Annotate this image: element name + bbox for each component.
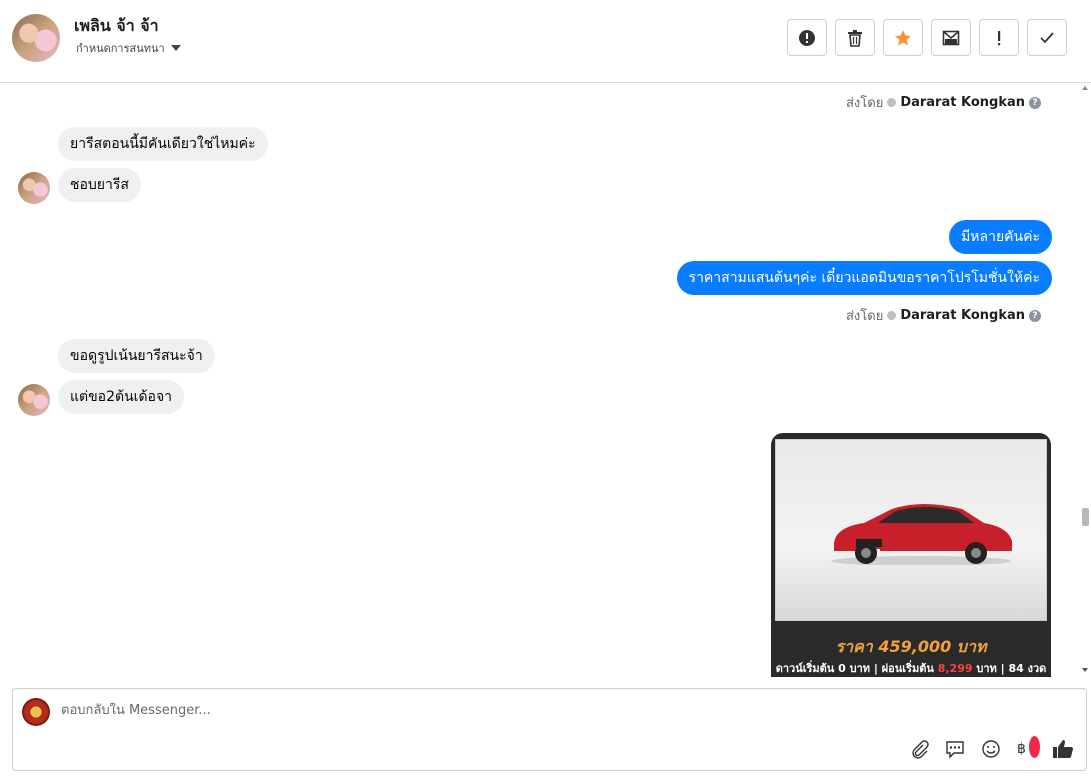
attach-icon[interactable]: [908, 738, 930, 760]
scroll-thumb[interactable]: [1082, 508, 1089, 526]
message-thread[interactable]: ส่งโดย Dararat Kongkan ? ยารีสตอนนี้มีคั…: [0, 84, 1080, 677]
follow-up-button[interactable]: [979, 19, 1019, 56]
assign-label: กำหนดการสนทนา: [76, 42, 165, 55]
contact-avatar[interactable]: [12, 14, 60, 62]
saved-replies-icon[interactable]: [944, 738, 966, 760]
terms-prefix: ดาวน์เริ่มต้น 0 บาท | ผ่อนเริ่มต้น: [775, 662, 934, 675]
incoming-message[interactable]: ชอบยารีส: [58, 168, 141, 202]
envelope-icon: [942, 30, 960, 45]
incoming-message[interactable]: ยารีสตอนนี้มีคันเดียวใช่ไหมค่ะ: [58, 127, 268, 161]
inbox-conversation: เพลิน จ้า จ้า กำหนดการสนทนา ส่งโดย Darar…: [0, 0, 1091, 783]
caret-down-icon: [170, 45, 181, 51]
terms-suffix: บาท | 84 งวด: [976, 662, 1047, 675]
car-photo: [775, 439, 1047, 621]
page-dot-icon: [887, 98, 897, 107]
car-price: ราคา 459,000 บาท: [835, 637, 987, 656]
notification-dot: [1029, 736, 1040, 758]
exclamation-icon: [998, 30, 1001, 45]
emoji-icon[interactable]: [980, 738, 1002, 760]
car-image-attachment[interactable]: ราคา 459,000 บาท ดาวน์เริ่มต้น 0 บาท | ผ…: [771, 433, 1051, 677]
sent-by-label: ส่งโดย: [845, 309, 884, 324]
page-dot-icon: [887, 311, 897, 320]
composer-actions: ฿: [908, 736, 1074, 760]
conversation-header: เพลิน จ้า จ้า กำหนดการสนทนา: [0, 0, 1091, 83]
contact-name[interactable]: เพลิน จ้า จ้า: [74, 14, 159, 39]
outgoing-message[interactable]: ราคาสามแสนต้นๆค่ะ เดี๋ยวแอดมินขอราคาโปรโ…: [676, 261, 1052, 295]
contact-avatar-small[interactable]: [18, 172, 50, 204]
sent-by-row: ส่งโดย Dararat Kongkan ?: [846, 305, 1041, 326]
reply-input[interactable]: [61, 703, 961, 718]
scroll-up-arrow-icon[interactable]: [1082, 86, 1088, 90]
spam-button[interactable]: [787, 19, 827, 56]
star-button[interactable]: [883, 19, 923, 56]
reply-composer: ฿: [12, 688, 1087, 771]
conversation-assign-dropdown[interactable]: กำหนดการสนทนา: [76, 39, 181, 57]
thread-scrollbar[interactable]: [1080, 84, 1091, 677]
help-icon[interactable]: ?: [1029, 309, 1041, 322]
help-icon[interactable]: ?: [1029, 96, 1041, 109]
contact-avatar-small[interactable]: [18, 384, 50, 416]
delete-button[interactable]: [835, 19, 875, 56]
sender-name[interactable]: Dararat Kongkan: [900, 95, 1025, 110]
alert-circle-icon: [799, 29, 815, 46]
incoming-message[interactable]: แต่ขอ2ต้นเด้อจา: [58, 380, 185, 414]
check-icon: [1040, 31, 1054, 43]
incoming-message[interactable]: ขอดูรูปเน้นยารีสนะจ้า: [58, 339, 215, 373]
mark-done-button[interactable]: [1027, 19, 1067, 56]
terms-amount: 8,299: [937, 662, 973, 675]
conversation-toolbar: [787, 19, 1067, 56]
star-icon: [895, 29, 911, 45]
payment-icon[interactable]: ฿: [1016, 736, 1040, 760]
sent-by-label: ส่งโดย: [845, 96, 884, 111]
car-illustration: [831, 504, 1012, 565]
trash-icon: [848, 29, 862, 47]
sender-name[interactable]: Dararat Kongkan: [900, 308, 1025, 323]
sent-by-row: ส่งโดย Dararat Kongkan ?: [846, 92, 1041, 113]
outgoing-message[interactable]: มีหลายคันค่ะ: [949, 220, 1052, 254]
car-payment-terms: ดาวน์เริ่มต้น 0 บาท | ผ่อนเริ่มต้น 8,299…: [771, 659, 1051, 677]
thumbs-up-icon[interactable]: [1052, 738, 1074, 760]
mark-unread-button[interactable]: [931, 19, 971, 56]
page-avatar: [22, 698, 50, 726]
scroll-down-arrow-icon[interactable]: [1082, 668, 1088, 672]
